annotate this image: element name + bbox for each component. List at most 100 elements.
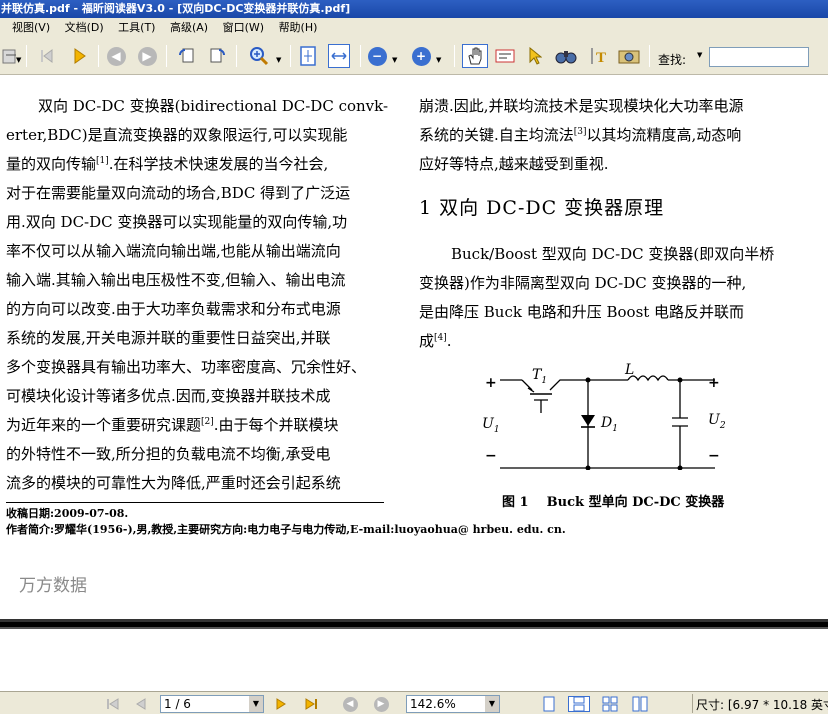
menu-help[interactable]: 帮助(H) [279, 18, 318, 38]
rotate-left-icon[interactable] [176, 44, 198, 68]
circuit-diagram [500, 375, 715, 470]
text-span: 1 [493, 424, 500, 435]
paragraph-line: 应好等特点,越来越受到重视. [419, 155, 609, 173]
next-page-icon[interactable] [69, 44, 91, 68]
paragraph-line: 可模块化设计等诸多优点.因而,变换器并联技术成 [6, 387, 331, 405]
chevron-down-icon[interactable]: ▼ [249, 696, 263, 712]
paragraph-line: 崩溃.因此,并联均流技术是实现模块化大功率电源 [419, 97, 744, 115]
text-span: 为近年来的一个重要研究课题 [6, 416, 202, 434]
single-page-icon[interactable] [540, 696, 558, 712]
text-span: 1 [541, 375, 548, 386]
text-span: 成 [419, 332, 435, 350]
find-binoculars-icon[interactable] [554, 44, 578, 68]
menu-window[interactable]: 窗口(W) [223, 18, 264, 38]
text-span: 系统的关键.自主均流法 [419, 126, 574, 144]
next-page-area [0, 629, 828, 691]
toolbar-separator [98, 45, 99, 67]
rotate-right-icon[interactable] [206, 44, 228, 68]
back-icon[interactable]: ◀ [341, 696, 359, 712]
facing-pages-icon[interactable] [600, 696, 620, 712]
chevron-down-icon[interactable]: ▼ [436, 56, 441, 64]
toolbar-separator [236, 45, 237, 67]
text-span: 以其均流精度高,动态响 [586, 126, 742, 144]
menu-view[interactable]: 视图(V) [12, 18, 50, 38]
chevron-down-icon[interactable]: ▼ [485, 696, 499, 712]
back-icon[interactable]: ◀ [105, 44, 127, 68]
paragraph-line: 变换器)作为非隔离型双向 DC-DC 变换器的一种, [419, 274, 747, 292]
menu-advanced[interactable]: 高级(A) [170, 18, 208, 38]
text-span: D [601, 415, 613, 431]
chevron-down-icon[interactable]: ▼ [276, 56, 281, 64]
paragraph-line: erter,BDC)是直流变换器的双象限运行,可以实现能 [6, 126, 348, 144]
forward-icon[interactable]: ▶ [136, 44, 158, 68]
paragraph-line: 的方向可以改变.由于大功率负载需求和分布式电源 [6, 300, 341, 318]
fit-page-icon[interactable] [297, 44, 319, 68]
svg-text:T: T [596, 50, 606, 66]
window-title: 并联仿真.pdf - 福昕阅读器V3.0 - [双向DC-DC变换器并联仿真.p… [1, 2, 351, 15]
text-span: 量的双向传输 [6, 155, 97, 173]
hand-tool-icon[interactable] [462, 44, 488, 68]
paragraph-line: 用.双向 DC-DC 变换器可以实现能量的双向传输,功 [6, 213, 348, 231]
footnotes: 收稿日期:2009-07-08. 作者简介:罗耀华(1956-),男,教授,主要… [6, 506, 566, 538]
citation[interactable]: [1] [96, 156, 109, 166]
first-page-icon[interactable] [104, 696, 122, 712]
text-span: 1 [612, 423, 618, 434]
paragraph-line: 成[4]. [419, 327, 819, 356]
page-size-text: 尺寸: [6.97 * 10.18 英寸] [696, 698, 828, 712]
paragraph-line: 系统的发展,开关电源并联的重要性日益突出,并联 [6, 329, 331, 347]
prev-page-icon[interactable] [133, 696, 149, 712]
find-input[interactable] [709, 47, 809, 67]
paragraph-line: 量的双向传输[1].在科学技术快速发展的当今社会, [6, 150, 390, 179]
select-text-icon[interactable] [494, 44, 516, 68]
input-plus-label: + [485, 375, 497, 391]
first-page-icon[interactable] [36, 44, 58, 68]
inductor-label: L [625, 362, 635, 378]
menu-bar: 视图(V) 文档(D) 工具(T) 高级(A) 窗口(W) 帮助(H) [0, 18, 828, 38]
paragraph-line: 流多的模块的可靠性大为降低,严重时还会引起系统 [6, 474, 341, 492]
zoom-level-field[interactable]: 142.6% ▼ [406, 695, 500, 713]
two-page-icon[interactable] [630, 696, 650, 712]
menu-tools[interactable]: 工具(T) [118, 18, 155, 38]
page-number-field[interactable]: 1 / 6 ▼ [160, 695, 264, 713]
paragraph-line: 率不仅可以从输入端流向输出端,也能从输出端流向 [6, 242, 341, 260]
citation[interactable]: [3] [574, 127, 587, 137]
toolbar-separator [166, 45, 167, 67]
watermark: 万方数据 [19, 576, 87, 596]
left-column: 双向 DC-DC 变换器(bidirectional DC-DC convk- … [6, 92, 390, 498]
paragraph-line: 双向 DC-DC 变换器(bidirectional DC-DC convk- [38, 97, 389, 115]
text-span: T [532, 367, 542, 383]
chevron-down-icon[interactable]: ▼ [697, 51, 702, 59]
app-window: 并联仿真.pdf - 福昕阅读器V3.0 - [双向DC-DC变换器并联仿真.p… [0, 0, 828, 714]
output-plus-label: + [708, 375, 720, 391]
status-separator [692, 694, 693, 713]
zoom-out-icon[interactable]: − [366, 44, 388, 68]
output-voltage-label: U2 [708, 412, 726, 431]
text-span: .由于每个并联模块 [213, 416, 339, 434]
chevron-down-icon[interactable]: ▼ [392, 56, 397, 64]
menu-document[interactable]: 文档(D) [65, 18, 104, 38]
document-page: 双向 DC-DC 变换器(bidirectional DC-DC convk- … [0, 75, 828, 619]
next-page-icon[interactable] [273, 696, 289, 712]
diode-label: D1 [601, 415, 618, 434]
chevron-down-icon[interactable]: ▼ [16, 56, 21, 64]
cursor-icon[interactable] [525, 44, 545, 68]
text-span: . [446, 332, 452, 350]
last-page-icon[interactable] [302, 696, 320, 712]
citation[interactable]: [2] [201, 417, 214, 427]
forward-icon[interactable]: ▶ [372, 696, 390, 712]
zoom-in-icon[interactable]: + [410, 44, 432, 68]
right-column: 崩溃.因此,并联均流技术是实现模块化大功率电源 系统的关键.自主均流法[3]以其… [419, 92, 819, 179]
toolbar-separator [454, 45, 455, 67]
zoom-icon[interactable] [247, 44, 271, 68]
paragraph-line: 对于在需要能量双向流动的场合,BDC 得到了广泛运 [6, 184, 351, 202]
continuous-page-icon[interactable] [568, 696, 590, 712]
fit-width-icon[interactable] [328, 44, 350, 68]
paragraph-line: 多个变换器具有输出功率大、功率密度高、冗余性好、 [6, 358, 367, 376]
typewriter-icon[interactable]: T [588, 44, 612, 68]
snapshot-icon[interactable] [616, 44, 642, 68]
section-paragraph: Buck/Boost 型双向 DC-DC 变换器(即双向半桥 变换器)作为非隔离… [419, 240, 819, 356]
title-bar: 并联仿真.pdf - 福昕阅读器V3.0 - [双向DC-DC变换器并联仿真.p… [0, 0, 828, 18]
toolbar-separator [26, 45, 27, 67]
citation[interactable]: [4] [434, 333, 447, 343]
switch-label: T1 [532, 367, 547, 386]
